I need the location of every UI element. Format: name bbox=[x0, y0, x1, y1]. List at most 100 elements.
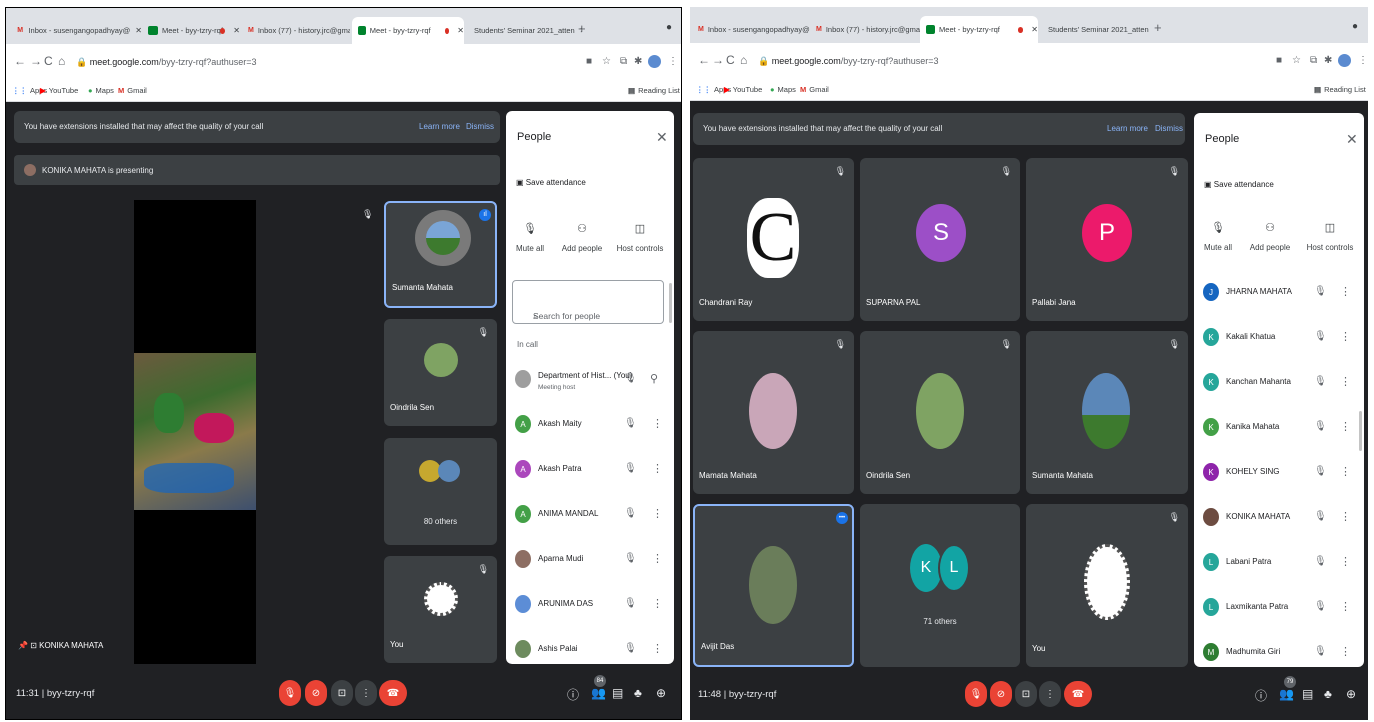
people-icon[interactable]: 👥 bbox=[591, 686, 606, 700]
mic-off-icon[interactable]: 🎙 bbox=[624, 418, 637, 429]
present-button[interactable]: ⊡ bbox=[1015, 681, 1037, 707]
tab-inbox-1[interactable]: MInbox - susengangopadhyay@✕ bbox=[692, 16, 810, 43]
host-controls-icon[interactable]: ⊕ bbox=[1346, 687, 1356, 701]
close-icon[interactable]: ✕ bbox=[656, 129, 668, 146]
tile-chandrani-ray[interactable]: 🎙 C Chandrani Ray bbox=[693, 158, 854, 321]
close-icon[interactable]: ✕ bbox=[1031, 25, 1038, 34]
add-people-button[interactable]: ⚇ Add people bbox=[552, 222, 612, 253]
list-item[interactable]: J JHARNA MAHATA 🎙 ⋮ bbox=[1194, 276, 1364, 320]
tile-others[interactable]: 80 others bbox=[384, 438, 497, 545]
list-item[interactable]: Ashis Palai 🎙 ⋮ bbox=[506, 633, 674, 664]
mic-off-icon[interactable]: 🎙 bbox=[1314, 511, 1327, 522]
reading-list[interactable]: ▤ Reading List bbox=[1314, 85, 1366, 94]
tab-search-icon[interactable]: ● bbox=[1352, 21, 1358, 32]
tile-avijit-das[interactable]: ••• Avijit Das bbox=[693, 504, 854, 667]
tab-sheets[interactable]: Students' Seminar 2021_atten✕ bbox=[464, 17, 582, 44]
tile-suparna-pal[interactable]: 🎙 S SUPARNA PAL bbox=[860, 158, 1020, 321]
camera-icon[interactable]: ■ bbox=[586, 56, 592, 67]
tile-you[interactable]: 🎙 You bbox=[384, 556, 497, 663]
bookmark-maps[interactable]: ● Maps bbox=[88, 86, 114, 95]
menu-icon[interactable]: ⋮ bbox=[668, 56, 678, 67]
end-call-button[interactable]: ☎ bbox=[1064, 681, 1092, 707]
bookmark-youtube[interactable]: ▶ YouTube bbox=[40, 86, 78, 95]
list-item[interactable]: K Kakali Khatua 🎙 ⋮ bbox=[1194, 321, 1364, 365]
close-icon[interactable]: ✕ bbox=[135, 26, 142, 35]
list-item[interactable]: KONIKA MAHATA 🎙 ⋮ bbox=[1194, 501, 1364, 545]
host-controls-button[interactable]: ◫ Host controls bbox=[610, 222, 670, 253]
camera-toggle-button[interactable]: ⊘ bbox=[990, 681, 1012, 707]
tab-search-icon[interactable]: ● bbox=[666, 22, 672, 33]
more-icon[interactable]: ⋮ bbox=[1340, 600, 1351, 613]
camera-icon[interactable]: ■ bbox=[1276, 55, 1282, 66]
more-icon[interactable]: ⋮ bbox=[652, 597, 663, 610]
star-icon[interactable]: ☆ bbox=[602, 56, 611, 67]
scrollbar[interactable] bbox=[1359, 411, 1362, 451]
chat-icon[interactable]: ▤ bbox=[612, 686, 623, 700]
tile-oindrila-sen[interactable]: 🎙 Oindrila Sen bbox=[860, 331, 1020, 494]
bookmark-maps[interactable]: ● Maps bbox=[770, 85, 796, 94]
address-bar[interactable]: 🔒 meet.google.com/byy-tzry-rqf?authuser=… bbox=[76, 57, 257, 68]
puzzle-icon[interactable]: ✱ bbox=[634, 56, 642, 67]
pin-icon[interactable]: 📌 bbox=[18, 641, 28, 650]
close-icon[interactable]: ✕ bbox=[1346, 131, 1358, 148]
tile-others[interactable]: K L 71 others bbox=[860, 504, 1020, 667]
list-item[interactable]: A ANIMA MANDAL 🎙 ⋮ bbox=[506, 498, 674, 542]
list-item[interactable]: K Kanika Mahata 🎙 ⋮ bbox=[1194, 411, 1364, 455]
more-icon[interactable]: ⋮ bbox=[652, 552, 663, 565]
tile-sumanta-mahata[interactable]: 🎙 Sumanta Mahata bbox=[1026, 331, 1188, 494]
tile-pallabi-jana[interactable]: 🎙 P Pallabi Jana bbox=[1026, 158, 1188, 321]
mic-off-icon[interactable]: 🎙 bbox=[624, 598, 637, 609]
save-attendance-button[interactable]: ▣ Save attendance bbox=[1204, 180, 1274, 189]
list-item[interactable]: Department of Hist... (You) Meeting host… bbox=[506, 363, 674, 407]
puzzle-icon[interactable]: ✱ bbox=[1324, 55, 1332, 66]
more-icon[interactable]: ⋮ bbox=[1340, 555, 1351, 568]
reload-icon[interactable]: C bbox=[44, 54, 53, 68]
list-item[interactable]: ARUNIMA DAS 🎙 ⋮ bbox=[506, 588, 674, 632]
mic-off-icon[interactable]: 🎙 bbox=[1314, 376, 1327, 387]
people-icon[interactable]: 👥 bbox=[1279, 687, 1294, 701]
home-icon[interactable]: ⌂ bbox=[740, 53, 747, 67]
tab-meet-active[interactable]: Meet - byy-tzry-rqf ✕ bbox=[352, 17, 464, 44]
mic-off-icon[interactable]: 🎙 bbox=[624, 508, 637, 519]
address-bar[interactable]: 🔒 meet.google.com/byy-tzry-rqf?authuser=… bbox=[758, 56, 939, 67]
bookmark-gmail[interactable]: M Gmail bbox=[800, 85, 829, 94]
profile-avatar[interactable] bbox=[648, 55, 661, 68]
info-icon[interactable]: ⓘ bbox=[567, 686, 579, 703]
host-controls-button[interactable]: ◫ Host controls bbox=[1300, 221, 1360, 252]
list-item[interactable]: K Kanchan Mahanta 🎙 ⋮ bbox=[1194, 366, 1364, 410]
pin-icon[interactable]: ⚲ bbox=[650, 372, 658, 385]
learn-more-link[interactable]: Learn more bbox=[419, 122, 460, 131]
present-button[interactable]: ⊡ bbox=[331, 680, 353, 706]
more-icon[interactable]: ⋮ bbox=[1340, 465, 1351, 478]
more-icon[interactable]: ⋮ bbox=[652, 462, 663, 475]
mic-off-icon[interactable]: 🎙 bbox=[1314, 556, 1327, 567]
list-item[interactable]: L Laxmikanta Patra 🎙 ⋮ bbox=[1194, 591, 1364, 635]
more-icon[interactable]: ⋮ bbox=[652, 507, 663, 520]
mic-off-icon[interactable]: 🎙 bbox=[624, 643, 637, 654]
chat-icon[interactable]: ▤ bbox=[1302, 687, 1313, 701]
more-options-button[interactable]: ⋮ bbox=[355, 680, 377, 706]
dismiss-link[interactable]: Dismiss bbox=[466, 122, 494, 131]
mic-off-icon[interactable]: 🎙 bbox=[1314, 286, 1327, 297]
extension-icon[interactable]: ⧉ bbox=[1310, 55, 1317, 66]
add-people-button[interactable]: ⚇ Add people bbox=[1240, 221, 1300, 252]
reading-list[interactable]: ▤ Reading List bbox=[628, 86, 680, 95]
info-icon[interactable]: ⓘ bbox=[1255, 687, 1267, 704]
tile-oindrila-sen[interactable]: 🎙 Oindrila Sen bbox=[384, 319, 497, 426]
bookmark-youtube[interactable]: ▶ YouTube bbox=[724, 85, 762, 94]
star-icon[interactable]: ☆ bbox=[1292, 55, 1301, 66]
scrollbar[interactable] bbox=[669, 283, 672, 323]
more-icon[interactable]: ••• bbox=[836, 512, 848, 524]
new-tab-button[interactable]: + bbox=[1154, 20, 1162, 35]
home-icon[interactable]: ⌂ bbox=[58, 54, 65, 68]
back-icon[interactable]: ← bbox=[14, 54, 26, 68]
more-icon[interactable]: ⋮ bbox=[652, 642, 663, 655]
search-input[interactable]: ⌕ Search for people bbox=[512, 280, 664, 324]
mic-toggle-button[interactable]: 🎙 bbox=[279, 680, 301, 706]
tab-inbox-1[interactable]: MInbox - susengangopadhyay@✕ bbox=[10, 17, 142, 44]
bookmark-gmail[interactable]: M Gmail bbox=[118, 86, 147, 95]
tile-sumanta-mahata[interactable]: ıl Sumanta Mahata bbox=[384, 201, 497, 308]
mic-off-icon[interactable]: 🎙 bbox=[1314, 466, 1327, 477]
profile-avatar[interactable] bbox=[1338, 54, 1351, 67]
back-icon[interactable]: ← bbox=[698, 53, 710, 67]
